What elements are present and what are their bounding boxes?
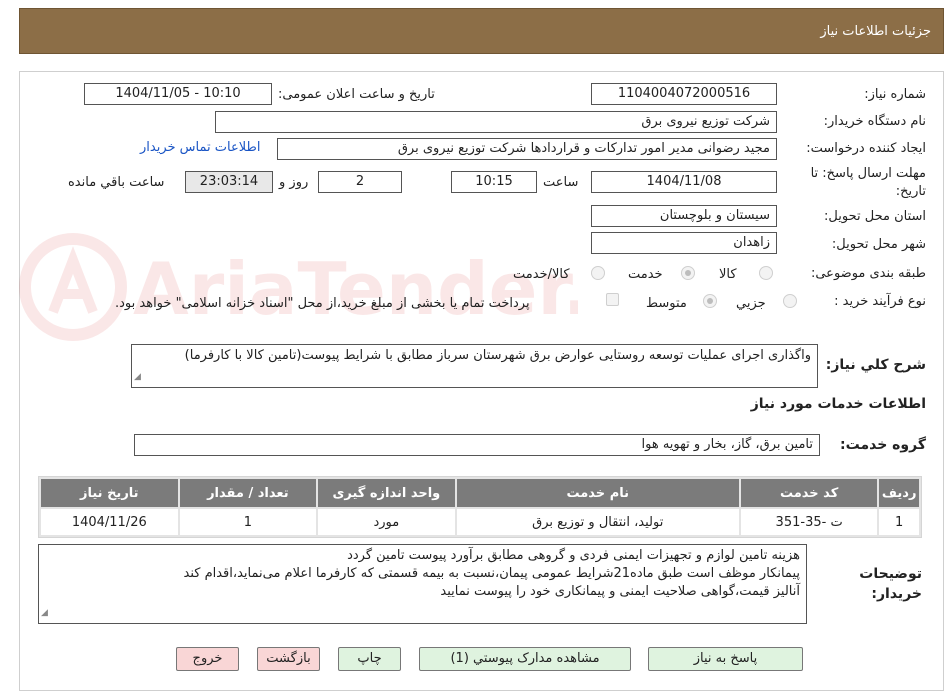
services-table-header: ردیف کد خدمت نام خدمت واحد اندازه گیری ت…	[41, 479, 919, 507]
category-radio-service[interactable]	[681, 266, 695, 280]
summary-text: واگذاری اجرای عملیات توسعه روستایی عوارض…	[184, 348, 811, 363]
cell-date: 1404/11/26	[41, 509, 178, 535]
buyer-note-line: هزینه تامین لوازم و تجهیزات ایمنی فردی و…	[347, 548, 800, 563]
col-name: نام خدمت	[456, 479, 739, 507]
table-row: 1 ت -35-351 تولید، انتقال و توزیع برق مو…	[41, 509, 919, 535]
deadline-label-2: تاریخ:	[895, 184, 926, 199]
category-option-both: کالا/خدمت	[513, 267, 570, 282]
province-label: استان محل تحویل:	[824, 209, 926, 224]
resize-grip-icon[interactable]: ◢	[41, 604, 48, 622]
buyer-org-label: نام دستگاه خریدار:	[823, 114, 926, 129]
attachments-button[interactable]: مشاهده مدارک پیوستي (1)	[419, 647, 631, 671]
deadline-time-field[interactable]: 10:15	[451, 171, 537, 193]
city-field[interactable]: زاهدان	[591, 232, 777, 254]
treasury-payment-checkbox[interactable]	[606, 293, 619, 306]
col-unit: واحد اندازه گیری	[318, 479, 455, 507]
buyer-notes-label-2: خریدار:	[871, 586, 922, 602]
col-qty: تعداد / مقدار	[179, 479, 317, 507]
summary-label: شرح کلي نیاز:	[825, 357, 926, 373]
cell-name: تولید، انتقال و توزیع برق	[456, 509, 739, 535]
col-row: ردیف	[879, 479, 919, 507]
resize-grip-icon[interactable]: ◢	[134, 368, 141, 386]
service-group-field[interactable]: تامین برق، گاز، بخار و تهویه هوا	[134, 434, 820, 456]
category-option-goods: کالا	[719, 267, 737, 282]
deadline-time-label: ساعت	[543, 175, 579, 190]
exit-button[interactable]: خروج	[176, 647, 239, 671]
service-group-label: گروه خدمت:	[840, 437, 926, 453]
remaining-label: ساعت باقي مانده	[68, 175, 165, 190]
category-radio-both[interactable]	[591, 266, 605, 280]
remaining-time-field: 23:03:14	[185, 171, 273, 193]
announce-field[interactable]: 1404/11/05 - 10:10	[84, 83, 272, 105]
announce-label: تاریخ و ساعت اعلان عمومی:	[278, 87, 435, 102]
cell-unit: مورد	[318, 509, 455, 535]
cell-row: 1	[879, 509, 919, 535]
buyer-notes-label: توضیحات	[859, 566, 922, 582]
category-option-service: خدمت	[628, 267, 663, 282]
print-button[interactable]: چاپ	[338, 647, 401, 671]
buyer-contact-link[interactable]: اطلاعات تماس خریدار	[140, 140, 260, 155]
deadline-date-field[interactable]: 1404/11/08	[591, 171, 777, 193]
buyer-note-line: پیمانکار موظف است طبق ماده21شرایط عمومی …	[183, 566, 801, 581]
creator-label: ایجاد کننده درخواست:	[806, 141, 926, 156]
need-number-field[interactable]: 1104004072000516	[591, 83, 777, 105]
creator-field[interactable]: مجید رضوانی مدیر امور تدارکات و قرارداده…	[277, 138, 777, 160]
process-label: نوع فرآیند خرید :	[834, 294, 926, 309]
buyer-note-line: آنالیز قیمت،گواهی صلاحیت ایمنی و پیمانکا…	[440, 584, 800, 599]
summary-textarea[interactable]: واگذاری اجرای عملیات توسعه روستایی عوارض…	[131, 344, 818, 388]
col-code: کد خدمت	[740, 479, 878, 507]
process-option-medium: متوسط	[646, 296, 687, 311]
buyer-notes-textarea[interactable]: هزینه تامین لوازم و تجهیزات ایمنی فردی و…	[38, 544, 807, 624]
days-label: روز و	[279, 175, 309, 190]
days-field[interactable]: 2	[318, 171, 402, 193]
category-label: طبقه بندی موضوعی:	[810, 266, 926, 281]
city-label: شهر محل تحویل:	[831, 237, 926, 252]
page-header: جزئیات اطلاعات نیاز	[19, 8, 944, 54]
back-button[interactable]: بازگشت	[257, 647, 320, 671]
page-title: جزئیات اطلاعات نیاز	[820, 24, 931, 39]
province-field[interactable]: سیستان و بلوچستان	[591, 205, 777, 227]
need-number-label: شماره نیاز:	[864, 87, 926, 102]
process-radio-medium[interactable]	[703, 294, 717, 308]
services-section-title: اطلاعات خدمات مورد نیاز	[750, 396, 926, 412]
deadline-label: مهلت ارسال پاسخ: تا	[810, 166, 926, 181]
col-date: تاریخ نیاز	[41, 479, 178, 507]
buyer-org-field[interactable]: شرکت توزیع نیروی برق	[215, 111, 777, 133]
cell-qty: 1	[179, 509, 317, 535]
process-radio-small[interactable]	[783, 294, 797, 308]
cell-code: ت -35-351	[740, 509, 878, 535]
treasury-payment-note: پرداخت تمام یا بخشی از مبلغ خرید،از محل …	[115, 296, 530, 311]
reply-button[interactable]: پاسخ به نیاز	[648, 647, 803, 671]
process-option-small: جزيي	[736, 296, 766, 311]
category-radio-goods[interactable]	[759, 266, 773, 280]
services-table: ردیف کد خدمت نام خدمت واحد اندازه گیری ت…	[38, 476, 922, 538]
